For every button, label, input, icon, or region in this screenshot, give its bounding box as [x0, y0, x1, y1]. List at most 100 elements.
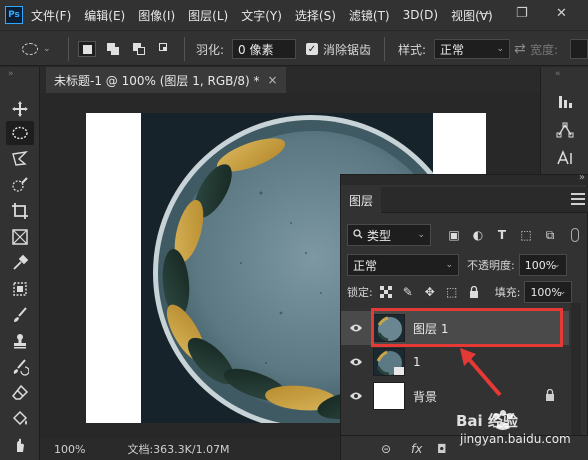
visibility-eye-icon[interactable]: [341, 345, 371, 379]
restore-button[interactable]: ❐: [516, 6, 528, 21]
new-selection-icon: [82, 44, 92, 54]
properties-icon: [559, 96, 572, 108]
character-icon: [557, 150, 572, 165]
brush-tool[interactable]: [6, 303, 34, 327]
opacity-input[interactable]: 100% ⌄: [518, 254, 567, 276]
histogram-panel-button[interactable]: [553, 91, 577, 113]
layers-panel-header: 图层: [341, 187, 588, 213]
add-selection-icon: [107, 43, 119, 55]
layer-style-fx-button[interactable]: fx: [411, 442, 422, 456]
lock-position-icon[interactable]: ✥: [423, 285, 437, 299]
menu-image[interactable]: 图像(I): [138, 7, 175, 24]
quick-selection-tool[interactable]: [6, 173, 34, 197]
status-bar: 100% 文档:363.3K/1.07M: [40, 438, 340, 460]
close-window-button[interactable]: ✕: [556, 6, 567, 21]
polygonal-lasso-icon: [12, 150, 29, 166]
menu-file[interactable]: 文件(F): [31, 7, 71, 24]
swap-width-height-icon[interactable]: ⇄: [514, 41, 526, 57]
subtract-from-selection-button[interactable]: [130, 41, 148, 57]
eyedropper-tool[interactable]: [6, 251, 34, 275]
menu-edit[interactable]: 编辑(E): [84, 7, 125, 24]
new-selection-button[interactable]: [78, 41, 96, 57]
document-tab[interactable]: 未标题-1 @ 100% (图层 1, RGB/8) * ×: [46, 67, 286, 93]
filter-smart-object-icon[interactable]: ⧉: [543, 228, 557, 242]
lock-all-icon[interactable]: [467, 285, 481, 299]
add-to-selection-button[interactable]: [104, 41, 122, 57]
lock-label: 锁定:: [347, 286, 373, 299]
blend-mode-select[interactable]: 正常 ⌄: [347, 254, 459, 276]
filter-adjustment-icon[interactable]: ◐: [471, 228, 485, 242]
lock-image-pixels-icon[interactable]: ✎: [401, 285, 415, 299]
filter-toggle-switch[interactable]: [571, 228, 579, 242]
lock-icon: [545, 388, 555, 404]
photoshop-logo: Ps: [5, 6, 23, 24]
fill-label: 填充:: [494, 286, 521, 299]
close-tab-icon[interactable]: ×: [268, 73, 278, 87]
layer-name[interactable]: 1: [413, 355, 421, 369]
eraser-icon: [11, 384, 29, 400]
smudge-icon: [17, 438, 24, 452]
eraser-tool[interactable]: [6, 381, 34, 405]
feather-input[interactable]: 0 像素: [232, 39, 296, 59]
document-tab-title: 未标题-1 @ 100% (图层 1, RGB/8) *: [54, 73, 260, 88]
lasso-tool[interactable]: [6, 147, 34, 171]
chevron-down-icon: ⌄: [43, 44, 51, 54]
layer-filter-select[interactable]: 类型 ⌄: [347, 224, 431, 246]
zoom-level[interactable]: 100%: [54, 443, 85, 456]
lock-transparency-icon[interactable]: [379, 285, 393, 299]
elliptical-marquee-tool[interactable]: [6, 121, 34, 145]
link-layers-icon[interactable]: ⊝: [381, 442, 391, 456]
paint-bucket-tool[interactable]: [6, 407, 34, 431]
move-tool[interactable]: [6, 97, 34, 121]
panel-title-strip: »: [341, 172, 588, 185]
filter-pixel-icon[interactable]: ▣: [447, 228, 461, 242]
divider: [384, 37, 385, 61]
path-panel-button[interactable]: [553, 119, 577, 141]
layer-name[interactable]: 背景: [413, 388, 437, 405]
visibility-eye-icon[interactable]: [341, 379, 371, 413]
layer-thumbnail: [373, 348, 405, 376]
menu-3d[interactable]: 3D(D): [403, 8, 438, 22]
history-brush-tool[interactable]: [6, 355, 34, 379]
intersect-selection-button[interactable]: [156, 41, 174, 57]
menu-type[interactable]: 文字(Y): [241, 7, 282, 24]
options-bar: ⌄ 羽化: 0 像素 ✓ 消除锯齿 样式: 正常 ⌄ ⇄ 宽度:: [0, 30, 588, 66]
ellipse-marquee-icon: [12, 126, 28, 140]
subtract-selection-icon: [133, 43, 145, 55]
panel-collapse-icon[interactable]: «: [555, 69, 561, 79]
smudge-tool[interactable]: [6, 433, 34, 457]
opacity-value: 100%: [524, 258, 557, 272]
lock-artboard-icon[interactable]: ⬚: [445, 285, 459, 299]
stamp-icon: [14, 334, 26, 349]
style-select[interactable]: 正常 ⌄: [434, 39, 510, 59]
chevron-down-icon: ⌄: [445, 260, 453, 270]
minimize-button[interactable]: —: [478, 6, 491, 21]
visibility-eye-icon[interactable]: [341, 311, 371, 345]
panel-menu-icon[interactable]: [571, 193, 585, 208]
character-panel-button[interactable]: [553, 147, 577, 169]
clone-stamp-tool[interactable]: [6, 329, 34, 353]
antialias-checkbox[interactable]: ✓: [306, 43, 318, 55]
width-input[interactable]: [570, 39, 588, 59]
chevron-down-icon: ⌄: [558, 287, 567, 297]
style-select-value: 正常: [440, 42, 465, 57]
filter-type-icon[interactable]: T: [495, 228, 509, 242]
menu-select[interactable]: 选择(S): [295, 7, 336, 24]
menu-layer[interactable]: 图层(L): [188, 7, 228, 24]
filter-shape-icon[interactable]: ⬚: [519, 228, 533, 242]
document-info[interactable]: 文档:363.3K/1.07M: [127, 441, 229, 457]
layer-filter-value: 类型: [367, 228, 392, 243]
tool-preset-picker[interactable]: ⌄: [22, 31, 62, 67]
intersect-selection-icon: [159, 43, 171, 55]
chevron-down-icon: ⌄: [553, 260, 561, 270]
panel-grip-icon[interactable]: »: [8, 69, 15, 79]
tab-layers[interactable]: 图层: [341, 187, 382, 213]
fill-value: 100%: [530, 285, 562, 299]
menu-filter[interactable]: 滤镜(T): [349, 7, 390, 24]
healing-brush-tool[interactable]: [6, 277, 34, 301]
frame-tool[interactable]: [6, 225, 34, 249]
menu-bar: Ps 文件(F) 编辑(E) 图像(I) 图层(L) 文字(Y) 选择(S) 滤…: [0, 0, 588, 30]
panel-collapse-icon[interactable]: »: [579, 172, 585, 183]
crop-tool[interactable]: [6, 199, 34, 223]
fill-input[interactable]: 100% ⌄: [524, 281, 573, 303]
